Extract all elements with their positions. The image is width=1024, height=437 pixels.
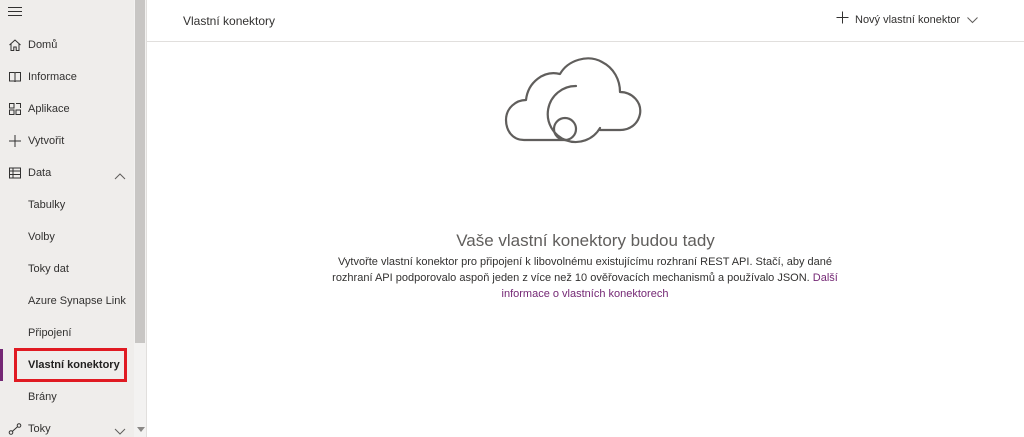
sidebar-item-dataflows[interactable]: Toky dat xyxy=(0,253,134,285)
sidebar-item-label: Připojení xyxy=(28,327,72,339)
sidebar-item-label: Domů xyxy=(28,39,58,51)
sidebar-item-label: Toky dat xyxy=(28,263,69,275)
sidebar-item-label: Informace xyxy=(28,71,77,83)
sidebar-item-gateways[interactable]: Brány xyxy=(0,381,134,413)
sidebar-item-home[interactable]: Domů xyxy=(0,29,134,61)
sidebar-item-data[interactable]: Data xyxy=(0,157,134,189)
chevron-up-icon[interactable] xyxy=(114,167,126,185)
sidebar-item-label: Vytvořit xyxy=(28,135,65,147)
sidebar-item-azure-synapse-link[interactable]: Azure Synapse Link xyxy=(0,285,134,317)
sidebar-item-label: Brány xyxy=(28,391,57,403)
sidebar-item-label: Data xyxy=(28,167,52,179)
sidebar-item-learn[interactable]: Informace xyxy=(0,61,134,93)
sidebar-scroll-thumb[interactable] xyxy=(135,0,145,343)
sidebar-item-choices[interactable]: Volby xyxy=(0,221,134,253)
empty-state-title: Vaše vlastní konektory budou tady xyxy=(456,231,715,250)
home-icon xyxy=(0,38,28,52)
sidebar-item-tables[interactable]: Tabulky xyxy=(0,189,134,221)
apps-icon xyxy=(0,102,28,116)
command-bar: Vlastní konektory Nový vlastní konektor xyxy=(147,0,1024,42)
empty-state-description: Vytvořte vlastní konektor pro připojení … xyxy=(330,254,840,302)
scroll-down-arrow-icon[interactable] xyxy=(137,427,145,432)
highlight-annotation-box xyxy=(14,348,127,382)
plus-icon xyxy=(0,134,28,148)
chevron-down-icon[interactable] xyxy=(114,423,126,437)
sidebar-item-label: Toky xyxy=(28,423,51,435)
sidebar-item-label: Volby xyxy=(28,231,55,243)
flow-icon xyxy=(0,422,28,436)
table-icon xyxy=(0,166,28,180)
sidebar-item-label: Aplikace xyxy=(28,103,70,115)
sidebar-divider xyxy=(146,0,147,437)
cloud-icon xyxy=(504,52,644,157)
sidebar-item-flows[interactable]: Toky xyxy=(0,413,134,437)
plus-icon xyxy=(836,11,849,29)
sidebar-item-connections[interactable]: Připojení xyxy=(0,317,134,349)
sidebar-item-label: Azure Synapse Link xyxy=(28,295,126,307)
sidebar-item-create[interactable]: Vytvořit xyxy=(0,125,134,157)
new-custom-connector-label: Nový vlastní konektor xyxy=(855,14,961,26)
empty-state-text: Vytvořte vlastní konektor pro připojení … xyxy=(332,256,833,284)
book-icon xyxy=(0,70,28,84)
sidebar-item-label: Tabulky xyxy=(28,199,66,211)
page-title: Vlastní konektory xyxy=(183,14,276,28)
chevron-down-icon xyxy=(967,11,979,29)
hamburger-menu-icon[interactable] xyxy=(8,7,22,17)
sidebar-item-apps[interactable]: Aplikace xyxy=(0,93,134,125)
new-custom-connector-button[interactable]: Nový vlastní konektor xyxy=(836,8,979,32)
